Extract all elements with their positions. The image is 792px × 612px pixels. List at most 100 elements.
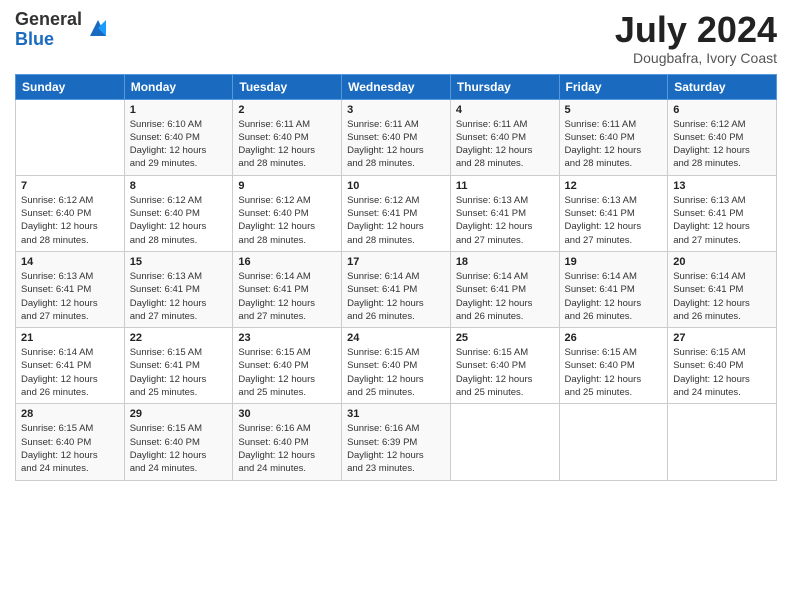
day-info: Sunrise: 6:11 AMSunset: 6:40 PMDaylight:…: [347, 118, 445, 171]
table-row: 4Sunrise: 6:11 AMSunset: 6:40 PMDaylight…: [450, 99, 559, 175]
month-title: July 2024: [615, 10, 777, 50]
day-info: Sunrise: 6:13 AMSunset: 6:41 PMDaylight:…: [130, 270, 228, 323]
table-row: 15 Sunrise: 6:13 AMSunset: 6:41 PMDayligh…: [124, 251, 233, 327]
day-number: 6: [673, 104, 771, 116]
logo: General Blue: [15, 10, 110, 50]
calendar-week-row: 21 Sunrise: 6:14 AMSunset: 6:41 PMDayligh…: [16, 328, 777, 404]
calendar-week-row: 28 Sunrise: 6:15 AMSunset: 6:40 PMDayligh…: [16, 404, 777, 480]
day-number: 5: [565, 104, 663, 116]
table-row: 12Sunrise: 6:13 AMSunset: 6:41 PMDayligh…: [559, 175, 668, 251]
day-number: 7: [21, 180, 119, 192]
table-row: 26 Sunrise: 6:15 AMSunset: 6:40 PMDayligh…: [559, 328, 668, 404]
calendar-table: Sunday Monday Tuesday Wednesday Thursday…: [15, 74, 777, 481]
title-block: July 2024 Dougbafra, Ivory Coast: [615, 10, 777, 66]
day-number: 13: [673, 180, 771, 192]
subtitle: Dougbafra, Ivory Coast: [615, 50, 777, 66]
table-row: 19 Sunrise: 6:14 AMSunset: 6:41 PMDayligh…: [559, 251, 668, 327]
table-row: 31 Sunrise: 6:16 AMSunset: 6:39 PMDayligh…: [342, 404, 451, 480]
day-number: 15: [130, 256, 228, 268]
table-row: 7 Sunrise: 6:12 AMSunset: 6:40 PMDaylight…: [16, 175, 125, 251]
table-row: [16, 99, 125, 175]
table-row: 9Sunrise: 6:12 AMSunset: 6:40 PMDaylight…: [233, 175, 342, 251]
day-info: Sunrise: 6:15 AMSunset: 6:40 PMDaylight:…: [238, 346, 336, 399]
table-row: 20Sunrise: 6:14 AMSunset: 6:41 PMDayligh…: [668, 251, 777, 327]
table-row: 11 Sunrise: 6:13 AMSunset: 6:41 PMDayligh…: [450, 175, 559, 251]
logo-icon: [86, 16, 110, 40]
col-tuesday: Tuesday: [233, 74, 342, 99]
day-info: Sunrise: 6:15 AMSunset: 6:40 PMDaylight:…: [130, 422, 228, 475]
col-sunday: Sunday: [16, 74, 125, 99]
day-number: 1: [130, 104, 228, 116]
day-number: 30: [238, 408, 336, 420]
day-info: Sunrise: 6:13 AMSunset: 6:41 PMDaylight:…: [21, 270, 119, 323]
table-row: 8Sunrise: 6:12 AMSunset: 6:40 PMDaylight…: [124, 175, 233, 251]
day-info: Sunrise: 6:14 AMSunset: 6:41 PMDaylight:…: [238, 270, 336, 323]
day-info: Sunrise: 6:15 AMSunset: 6:40 PMDaylight:…: [456, 346, 554, 399]
day-number: 4: [456, 104, 554, 116]
day-info: Sunrise: 6:15 AMSunset: 6:41 PMDaylight:…: [130, 346, 228, 399]
table-row: 14 Sunrise: 6:13 AMSunset: 6:41 PMDayligh…: [16, 251, 125, 327]
table-row: 22 Sunrise: 6:15 AMSunset: 6:41 PMDayligh…: [124, 328, 233, 404]
day-info: Sunrise: 6:12 AMSunset: 6:40 PMDaylight:…: [21, 194, 119, 247]
table-row: 17 Sunrise: 6:14 AMSunset: 6:41 PMDayligh…: [342, 251, 451, 327]
table-row: 2Sunrise: 6:11 AMSunset: 6:40 PMDaylight…: [233, 99, 342, 175]
table-row: [559, 404, 668, 480]
table-row: 10 Sunrise: 6:12 AMSunset: 6:41 PMDayligh…: [342, 175, 451, 251]
day-number: 23: [238, 332, 336, 344]
col-monday: Monday: [124, 74, 233, 99]
day-info: Sunrise: 6:11 AMSunset: 6:40 PMDaylight:…: [238, 118, 336, 171]
table-row: 29Sunrise: 6:15 AMSunset: 6:40 PMDayligh…: [124, 404, 233, 480]
table-row: 23 Sunrise: 6:15 AMSunset: 6:40 PMDayligh…: [233, 328, 342, 404]
table-row: 30Sunrise: 6:16 AMSunset: 6:40 PMDayligh…: [233, 404, 342, 480]
day-info: Sunrise: 6:14 AMSunset: 6:41 PMDaylight:…: [456, 270, 554, 323]
day-info: Sunrise: 6:12 AMSunset: 6:41 PMDaylight:…: [347, 194, 445, 247]
col-wednesday: Wednesday: [342, 74, 451, 99]
day-number: 25: [456, 332, 554, 344]
day-info: Sunrise: 6:15 AMSunset: 6:40 PMDaylight:…: [347, 346, 445, 399]
day-number: 28: [21, 408, 119, 420]
day-info: Sunrise: 6:13 AMSunset: 6:41 PMDaylight:…: [673, 194, 771, 247]
logo-text: General Blue: [15, 10, 82, 50]
table-row: 3Sunrise: 6:11 AMSunset: 6:40 PMDaylight…: [342, 99, 451, 175]
day-number: 22: [130, 332, 228, 344]
table-row: 24Sunrise: 6:15 AMSunset: 6:40 PMDayligh…: [342, 328, 451, 404]
day-info: Sunrise: 6:14 AMSunset: 6:41 PMDaylight:…: [565, 270, 663, 323]
day-number: 18: [456, 256, 554, 268]
day-number: 16: [238, 256, 336, 268]
day-info: Sunrise: 6:14 AMSunset: 6:41 PMDaylight:…: [21, 346, 119, 399]
day-number: 11: [456, 180, 554, 192]
col-saturday: Saturday: [668, 74, 777, 99]
day-number: 26: [565, 332, 663, 344]
col-thursday: Thursday: [450, 74, 559, 99]
day-info: Sunrise: 6:15 AMSunset: 6:40 PMDaylight:…: [673, 346, 771, 399]
table-row: [668, 404, 777, 480]
day-info: Sunrise: 6:15 AMSunset: 6:40 PMDaylight:…: [565, 346, 663, 399]
day-number: 31: [347, 408, 445, 420]
day-number: 10: [347, 180, 445, 192]
day-number: 21: [21, 332, 119, 344]
table-row: 1 Sunrise: 6:10 AMSunset: 6:40 PMDaylight…: [124, 99, 233, 175]
table-row: [450, 404, 559, 480]
day-info: Sunrise: 6:12 AMSunset: 6:40 PMDaylight:…: [130, 194, 228, 247]
table-row: 13 Sunrise: 6:13 AMSunset: 6:41 PMDayligh…: [668, 175, 777, 251]
day-info: Sunrise: 6:10 AMSunset: 6:40 PMDaylight:…: [130, 118, 228, 171]
table-row: 21 Sunrise: 6:14 AMSunset: 6:41 PMDayligh…: [16, 328, 125, 404]
day-number: 19: [565, 256, 663, 268]
day-number: 12: [565, 180, 663, 192]
calendar-week-row: 14 Sunrise: 6:13 AMSunset: 6:41 PMDayligh…: [16, 251, 777, 327]
page: General Blue July 2024 Dougbafra, Ivory …: [0, 0, 792, 612]
table-row: 28 Sunrise: 6:15 AMSunset: 6:40 PMDayligh…: [16, 404, 125, 480]
logo-general: General: [15, 10, 82, 30]
table-row: 16 Sunrise: 6:14 AMSunset: 6:41 PMDayligh…: [233, 251, 342, 327]
table-row: 18 Sunrise: 6:14 AMSunset: 6:41 PMDayligh…: [450, 251, 559, 327]
day-info: Sunrise: 6:12 AMSunset: 6:40 PMDaylight:…: [673, 118, 771, 171]
table-row: 6 Sunrise: 6:12 AMSunset: 6:40 PMDaylight…: [668, 99, 777, 175]
day-info: Sunrise: 6:16 AMSunset: 6:39 PMDaylight:…: [347, 422, 445, 475]
day-number: 27: [673, 332, 771, 344]
day-info: Sunrise: 6:14 AMSunset: 6:41 PMDaylight:…: [347, 270, 445, 323]
day-info: Sunrise: 6:15 AMSunset: 6:40 PMDaylight:…: [21, 422, 119, 475]
day-number: 14: [21, 256, 119, 268]
day-number: 17: [347, 256, 445, 268]
day-info: Sunrise: 6:13 AMSunset: 6:41 PMDaylight:…: [456, 194, 554, 247]
day-number: 9: [238, 180, 336, 192]
